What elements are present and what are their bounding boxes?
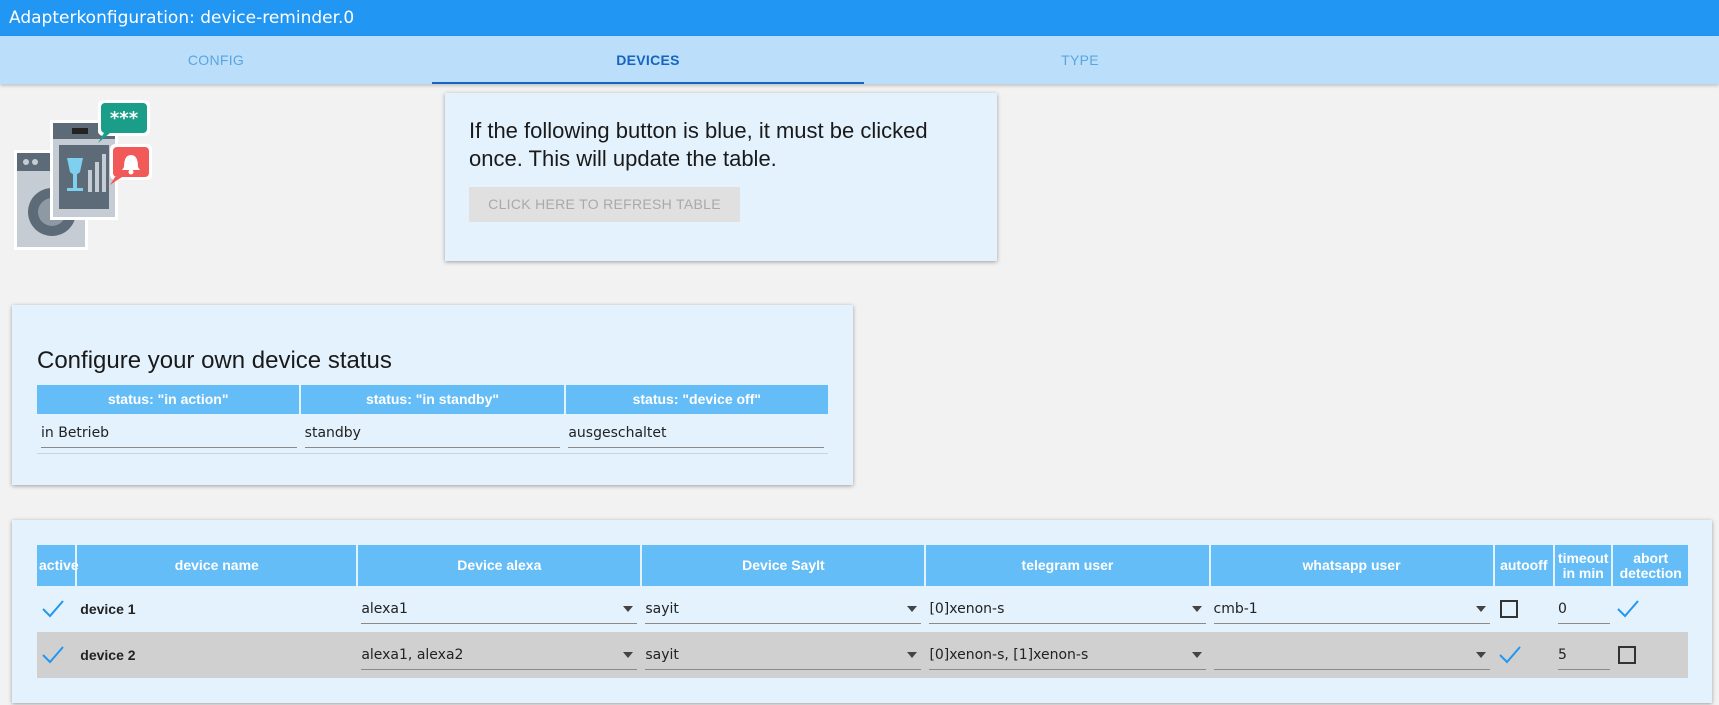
- telegram-select[interactable]: [0]xenon-s: [929, 594, 1206, 624]
- col-whatsapp-user: whatsapp user: [1209, 545, 1495, 586]
- alexa-select-value: alexa1: [361, 601, 408, 617]
- caret-down-icon: [1191, 652, 1202, 658]
- caret-down-icon: [1475, 652, 1486, 658]
- status-row: [37, 414, 828, 454]
- device-status-card: Configure your own device status status:…: [12, 305, 853, 485]
- telegram-select-value: [0]xenon-s, [1]xenon-s: [929, 647, 1089, 663]
- caret-down-icon: [907, 606, 918, 612]
- checkmark-icon[interactable]: [41, 645, 65, 665]
- whatsapp-select[interactable]: cmb-1: [1213, 594, 1490, 624]
- active-cell[interactable]: [37, 632, 77, 678]
- alexa-select[interactable]: alexa1: [361, 594, 638, 624]
- active-cell[interactable]: [37, 586, 77, 632]
- col-abort-detection: abort detection: [1612, 545, 1688, 586]
- status-device-off-input[interactable]: [568, 418, 825, 448]
- devices-table-header: active device name Device alexa Device S…: [37, 545, 1688, 586]
- col-device-name: device name: [76, 545, 359, 586]
- col-autooff: autooff: [1493, 545, 1556, 586]
- status-in-action-input[interactable]: [41, 418, 297, 448]
- devices-table: active device name Device alexa Device S…: [37, 545, 1688, 678]
- sayit-select-value: sayit: [645, 647, 679, 663]
- refresh-instructions: If the following button is blue, it must…: [469, 118, 928, 171]
- status-col-in-action: status: "in action": [37, 385, 300, 414]
- checkmark-icon[interactable]: [1498, 645, 1522, 665]
- device-name: device 1: [76, 586, 358, 632]
- status-table: status: "in action" status: "in standby"…: [37, 385, 828, 454]
- status-col-in-standby: status: "in standby": [301, 385, 564, 414]
- sayit-select[interactable]: sayit: [645, 640, 922, 670]
- sayit-select[interactable]: sayit: [645, 594, 922, 624]
- devices-card: active device name Device alexa Device S…: [12, 520, 1712, 703]
- device-reminder-logo-icon: ***: [14, 100, 152, 250]
- table-row: device 2 alexa1, alexa2 sayit [0]xenon-s…: [37, 632, 1688, 678]
- caret-down-icon: [623, 606, 634, 612]
- col-device-alexa: Device alexa: [357, 545, 643, 586]
- refresh-card: If the following button is blue, it must…: [445, 93, 997, 261]
- telegram-select[interactable]: [0]xenon-s, [1]xenon-s: [929, 640, 1206, 670]
- alexa-select-value: alexa1, alexa2: [361, 647, 464, 663]
- tab-type[interactable]: TYPE: [864, 36, 1296, 84]
- tab-config[interactable]: CONFIG: [0, 36, 432, 84]
- tab-bar: CONFIG DEVICES TYPE: [0, 36, 1719, 84]
- status-heading: Configure your own device status: [37, 347, 392, 374]
- tab-devices[interactable]: DEVICES: [432, 36, 864, 84]
- col-device-sayit: Device SayIt: [641, 545, 927, 586]
- caret-down-icon: [623, 652, 634, 658]
- window-title: Adapterkonfiguration: device-reminder.0: [0, 0, 1719, 36]
- col-active: active: [37, 545, 79, 586]
- col-timeout: timeout in min: [1554, 545, 1614, 586]
- autooff-checkbox[interactable]: [1499, 599, 1518, 618]
- checkmark-icon[interactable]: [41, 599, 65, 619]
- timeout-input[interactable]: [1558, 640, 1610, 670]
- whatsapp-select[interactable]: [1213, 640, 1490, 670]
- checkmark-icon[interactable]: [1616, 599, 1640, 619]
- status-table-header: status: "in action" status: "in standby"…: [37, 385, 828, 414]
- abort-detection-checkbox[interactable]: [1618, 645, 1637, 664]
- col-telegram-user: telegram user: [925, 545, 1211, 586]
- caret-down-icon: [1475, 606, 1486, 612]
- sayit-select-value: sayit: [645, 601, 679, 617]
- table-row: device 1 alexa1 sayit [0]xenon-s cmb-1: [37, 586, 1688, 632]
- caret-down-icon: [1191, 606, 1202, 612]
- timeout-input[interactable]: [1558, 594, 1610, 624]
- svg-text:***: ***: [110, 108, 139, 129]
- status-col-device-off: status: "device off": [565, 385, 828, 414]
- whatsapp-select-value: cmb-1: [1213, 601, 1258, 617]
- telegram-select-value: [0]xenon-s: [929, 601, 1005, 617]
- refresh-table-button[interactable]: CLICK HERE TO REFRESH TABLE: [469, 187, 740, 222]
- status-in-standby-input[interactable]: [304, 418, 561, 448]
- alexa-select[interactable]: alexa1, alexa2: [361, 640, 638, 670]
- device-name: device 2: [76, 632, 358, 678]
- caret-down-icon: [907, 652, 918, 658]
